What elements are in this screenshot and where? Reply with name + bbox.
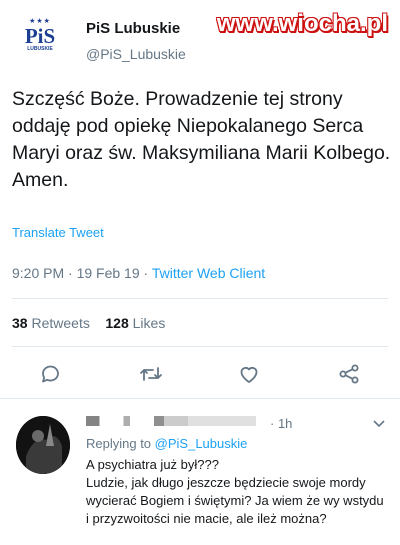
tweet-meta: 9:20 PM · 19 Feb 19 · Twitter Web Client	[12, 265, 265, 281]
tweet-stats: 38 Retweets 128 Likes	[12, 315, 165, 331]
avatar-logo-subtext: LUBUSKIE	[27, 46, 53, 52]
share-icon[interactable]	[334, 359, 364, 389]
account-name[interactable]: PiS Lubuskie	[86, 20, 180, 37]
replying-prefix: Replying to	[86, 436, 155, 451]
avatar-logo-text: PiS	[24, 24, 56, 48]
likes-label: Likes	[132, 315, 166, 331]
reply-text: A psychiatra już był??? Ludzie, jak dług…	[86, 456, 386, 528]
tweet-timestamp: 9:20 PM · 19 Feb 19 ·	[12, 265, 152, 281]
reply-timestamp: · 1h	[270, 416, 293, 431]
tweet-header: ★★★ PiS LUBUSKIE PiS Lubuskie @PiS_Lubus…	[0, 0, 400, 70]
reply-text-line: A psychiatra już był???	[86, 457, 219, 472]
divider	[12, 346, 388, 347]
reply-author[interactable]	[86, 412, 256, 427]
retweet-icon[interactable]	[136, 359, 166, 389]
reply-avatar[interactable]	[16, 416, 70, 474]
divider	[0, 398, 400, 399]
reply-icon[interactable]	[36, 359, 66, 389]
replying-handle-link[interactable]: @PiS_Lubuskie	[155, 436, 248, 451]
tweet-actions	[0, 355, 400, 395]
translate-tweet-link[interactable]: Translate Tweet	[12, 225, 104, 240]
divider	[12, 298, 388, 299]
likes-count: 128	[105, 315, 129, 331]
likes-stat[interactable]: 128 Likes	[105, 315, 165, 331]
watermark: www.wiocha.pl	[216, 10, 388, 37]
tweet-text: Szczęść Boże. Prowadzenie tej strony odd…	[12, 88, 391, 191]
retweets-stat[interactable]: 38 Retweets	[12, 315, 90, 331]
replying-to: Replying to @PiS_Lubuskie	[86, 436, 247, 451]
reply-text-body: Ludzie, jak długo jeszcze będziecie swoj…	[86, 475, 384, 526]
account-handle[interactable]: @PiS_Lubuskie	[86, 46, 186, 62]
account-avatar[interactable]: ★★★ PiS LUBUSKIE	[18, 18, 62, 62]
retweets-count: 38	[12, 315, 28, 331]
retweets-label: Retweets	[31, 315, 90, 331]
chevron-down-icon[interactable]	[372, 416, 386, 434]
reply-tweet[interactable]: · 1h Replying to @PiS_Lubuskie A psychia…	[0, 400, 400, 545]
like-icon[interactable]	[234, 359, 264, 389]
tweet-client-link[interactable]: Twitter Web Client	[152, 265, 265, 281]
blurred-name	[86, 415, 256, 426]
